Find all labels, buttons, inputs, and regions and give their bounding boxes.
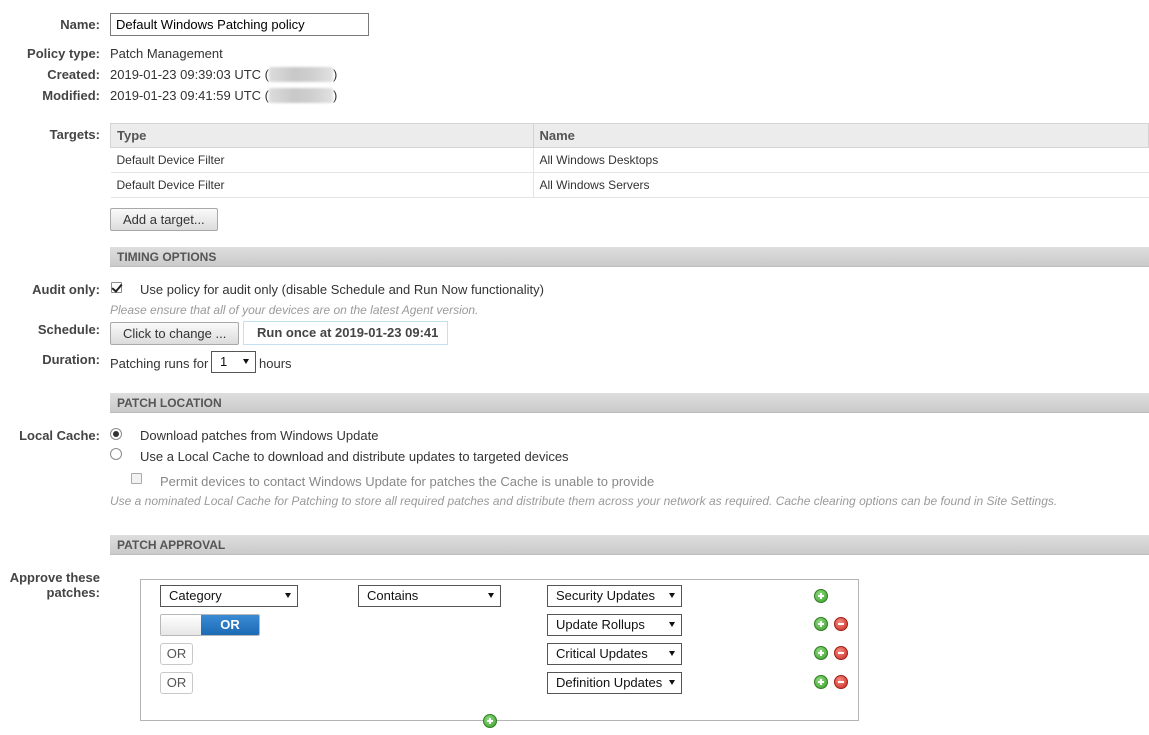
local-cache-option: Use a Local Cache to download and distri… [140, 449, 569, 464]
chevron-down-icon [285, 593, 291, 598]
or-connector[interactable]: OR [160, 643, 193, 665]
chevron-down-icon [669, 622, 675, 627]
category-select-definition[interactable]: Definition Updates [547, 672, 682, 694]
or-toggle[interactable]: OR [160, 614, 260, 636]
remove-circle-icon[interactable] [834, 675, 848, 689]
redacted-user [268, 67, 333, 82]
created-value: 2019-01-23 09:39:03 UTC () [110, 67, 338, 82]
audit-only-text: Use policy for audit only (disable Sched… [140, 282, 544, 297]
permit-windows-update-checkbox[interactable] [131, 473, 142, 484]
permit-windows-update-text: Permit devices to contact Windows Update… [160, 474, 655, 489]
duration-prefix: Patching runs for [110, 356, 209, 371]
toggle-label: OR [201, 615, 259, 635]
change-schedule-button[interactable]: Click to change ... [110, 322, 240, 345]
add-circle-icon[interactable] [814, 675, 828, 689]
target-type-cell: Default Device Filter [110, 147, 534, 173]
chevron-down-icon [669, 680, 675, 685]
target-type-cell: Default Device Filter [110, 172, 534, 198]
duration-select[interactable]: 1 [211, 351, 256, 373]
category-select-rollups[interactable]: Update Rollups [547, 614, 682, 636]
patch-approval-header: PATCH APPROVAL [110, 535, 1149, 555]
operator-select[interactable]: Contains [358, 585, 501, 607]
timing-options-header: TIMING OPTIONS [110, 247, 1149, 267]
category-select-security[interactable]: Security Updates [547, 585, 682, 607]
column-header-type[interactable]: Type [110, 123, 534, 148]
modified-value: 2019-01-23 09:41:59 UTC () [110, 88, 338, 103]
targets-label: Targets: [49, 127, 100, 142]
remove-circle-icon[interactable] [834, 617, 848, 631]
local-cache-hint: Use a nominated Local Cache for Patching… [110, 494, 1058, 508]
add-circle-icon[interactable] [814, 646, 828, 660]
duration-label: Duration: [42, 352, 100, 367]
chevron-down-icon [488, 593, 494, 598]
table-row[interactable]: Default Device Filter All Windows Deskto… [110, 147, 1149, 173]
category-select-critical[interactable]: Critical Updates [547, 643, 682, 665]
policy-type-label: Policy type: [27, 46, 100, 61]
add-circle-icon[interactable] [814, 617, 828, 631]
add-target-button[interactable]: Add a target... [110, 208, 218, 231]
local-cache-radio[interactable] [110, 448, 122, 460]
duration-suffix: hours [259, 356, 292, 371]
target-name-cell: All Windows Desktops [533, 147, 1149, 173]
chevron-down-icon [243, 359, 249, 364]
audit-only-checkbox[interactable] [111, 282, 122, 293]
chevron-down-icon [669, 651, 675, 656]
targets-table: Type Name Default Device Filter All Wind… [110, 123, 1149, 198]
toggle-knob [161, 615, 201, 635]
table-row[interactable]: Default Device Filter All Windows Server… [110, 172, 1149, 198]
windows-update-option: Download patches from Windows Update [140, 428, 379, 443]
schedule-label: Schedule: [37, 322, 100, 337]
approve-patches-label: Approve these patches: [9, 570, 100, 600]
windows-update-radio[interactable] [110, 428, 122, 440]
created-label: Created: [47, 67, 100, 82]
policy-type-value: Patch Management [110, 46, 223, 61]
local-cache-label: Local Cache: [19, 428, 100, 443]
field-select[interactable]: Category [160, 585, 298, 607]
patch-location-header: PATCH LOCATION [110, 393, 1149, 413]
modified-label: Modified: [42, 88, 100, 103]
remove-circle-icon[interactable] [834, 646, 848, 660]
policy-name-input[interactable] [110, 13, 369, 36]
add-group-icon[interactable] [483, 714, 497, 728]
chevron-down-icon [669, 593, 675, 598]
audit-hint: Please ensure that all of your devices a… [110, 303, 479, 317]
target-name-cell: All Windows Servers [533, 172, 1149, 198]
column-header-name[interactable]: Name [532, 123, 1149, 148]
name-label: Name: [60, 17, 100, 32]
audit-only-label: Audit only: [32, 282, 100, 297]
or-connector[interactable]: OR [160, 672, 193, 694]
add-circle-icon[interactable] [814, 589, 828, 603]
redacted-user [268, 88, 333, 103]
schedule-value: Run once at 2019-01-23 09:41 [243, 321, 448, 345]
